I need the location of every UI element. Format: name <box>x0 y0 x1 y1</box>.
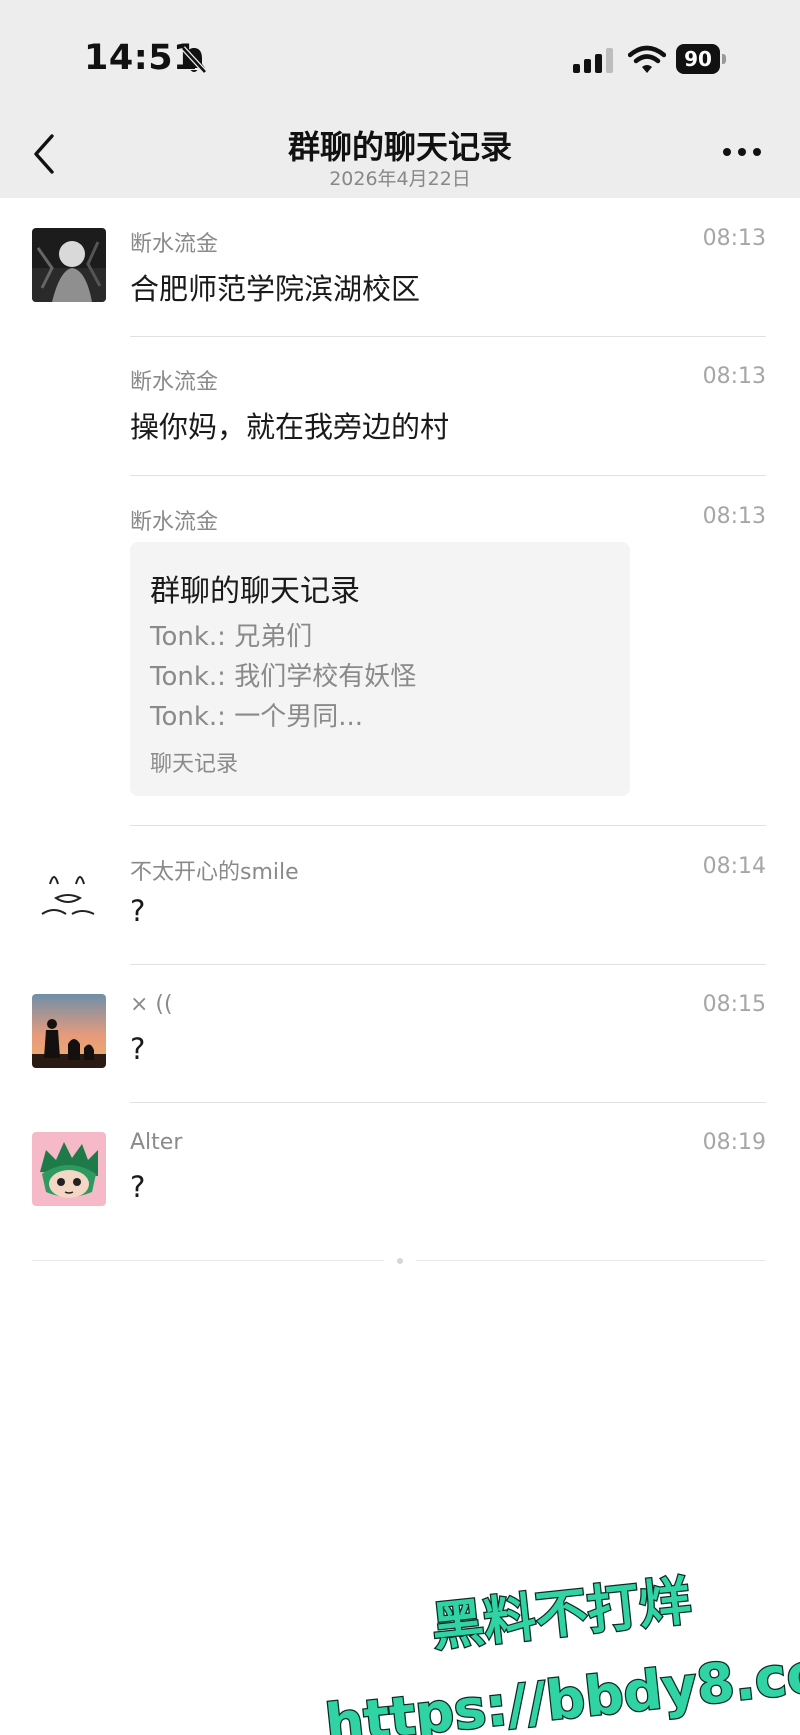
chat-message[interactable]: 断水流金 08:13 合肥师范学院滨湖校区 <box>0 200 800 335</box>
battery-icon: 90 <box>676 44 726 74</box>
chat-message[interactable]: × (( 08:15 ? <box>0 966 800 1101</box>
cellular-signal-icon <box>573 48 613 73</box>
sender-name: 不太开心的smile <box>130 860 299 885</box>
battery-level: 90 <box>676 44 720 74</box>
chat-record-line: Tonk.: 我们学校有妖怪 <box>150 662 417 692</box>
end-dot <box>397 1258 403 1264</box>
message-text: 合肥师范学院滨湖校区 <box>130 272 421 306</box>
message-time: 08:14 <box>702 854 766 879</box>
wifi-icon <box>628 45 666 73</box>
message-divider <box>130 964 766 965</box>
message-time: 08:15 <box>702 992 766 1017</box>
message-text: ? <box>130 1170 146 1204</box>
message-text: ? <box>130 894 146 928</box>
chat-record-title: 群聊的聊天记录 <box>150 574 360 609</box>
chat-record-line: Tonk.: 兄弟们 <box>150 622 313 652</box>
message-time: 08:19 <box>702 1130 766 1155</box>
sender-name: 断水流金 <box>130 370 219 395</box>
sender-name: 断水流金 <box>130 510 219 535</box>
message-divider <box>130 825 766 826</box>
sender-name: 断水流金 <box>130 232 219 257</box>
page-date: 2026年4月22日 <box>329 168 471 190</box>
chat-record-footer: 聊天记录 <box>150 752 239 777</box>
watermark-line-1: 黑料不打烊 <box>429 1571 694 1658</box>
message-divider <box>130 336 766 337</box>
message-time: 08:13 <box>702 504 766 529</box>
end-divider <box>32 1260 384 1261</box>
message-divider <box>130 1102 766 1103</box>
chat-record-card[interactable]: 群聊的聊天记录 Tonk.: 兄弟们 Tonk.: 我们学校有妖怪 Tonk.:… <box>130 542 630 796</box>
message-time: 08:13 <box>702 364 766 389</box>
watermark-line-2: https://bbdy8.com <box>322 1635 800 1735</box>
sender-name: × (( <box>130 992 173 1017</box>
message-divider <box>130 475 766 476</box>
avatar[interactable] <box>32 994 106 1068</box>
bell-muted-icon <box>181 46 207 74</box>
message-text: ? <box>130 1032 146 1066</box>
top-bar: 14:51 90 群聊的聊天记录 2026年4月22日 <box>0 0 800 198</box>
sender-name: Alter <box>130 1130 183 1155</box>
page-title: 群聊的聊天记录 <box>287 128 512 166</box>
chat-message[interactable]: 断水流金 08:13 操你妈，就在我旁边的村 <box>0 338 800 473</box>
message-time: 08:13 <box>702 226 766 251</box>
avatar[interactable] <box>32 856 106 930</box>
message-text: 操你妈，就在我旁边的村 <box>130 410 450 444</box>
avatar[interactable] <box>32 228 106 302</box>
end-divider <box>416 1260 766 1261</box>
chat-message[interactable]: 不太开心的smile 08:14 ? <box>0 828 800 963</box>
chat-record-line: Tonk.: 一个男同... <box>150 702 363 732</box>
more-options-icon[interactable] <box>722 146 762 158</box>
chat-message[interactable]: Alter 08:19 ? <box>0 1104 800 1239</box>
avatar[interactable] <box>32 1132 106 1206</box>
